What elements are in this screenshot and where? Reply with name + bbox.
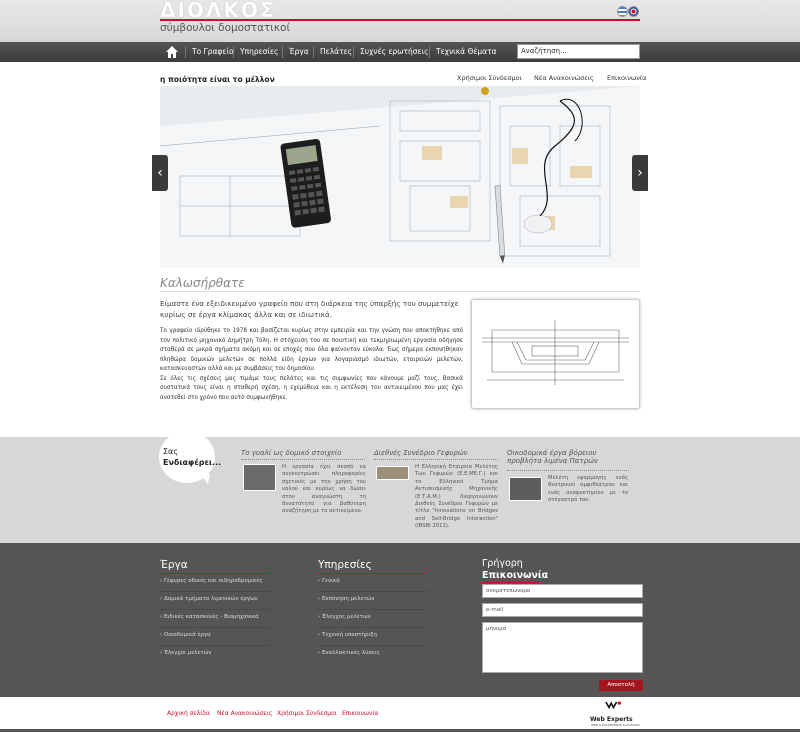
footer-link-divider	[318, 645, 428, 646]
nav-divider	[313, 46, 314, 58]
welcome-paragraph-2: Σε όλες τις σχέσεις μας τιμάμε τους πελά…	[160, 375, 463, 401]
article-thumbnail[interactable]	[376, 466, 409, 480]
welcome-lead: Είμαστε ένα εξειδικευμένο γραφείο που στ…	[160, 299, 459, 319]
useful-links-link[interactable]: Χρήσιμοι Σύνδεσμοι	[457, 74, 522, 82]
welcome-paragraph-1: Το γραφείο ιδρύθηκε το 1978 και βασίζετα…	[160, 328, 463, 372]
nav-divider	[233, 46, 234, 58]
footer-service-link[interactable]: › Γενικά	[318, 578, 340, 584]
footer-service-link[interactable]: › Έλεγχος μελετών	[318, 614, 371, 620]
footer-project-link[interactable]: › Ειδικές κατασκευές - Βιομηχανικά	[160, 614, 259, 620]
news-link[interactable]: Νέα Ανακοινώσεις	[534, 74, 594, 82]
footer-title-underline	[160, 573, 270, 574]
footer-link-divider	[318, 609, 428, 610]
article-title[interactable]: Το γυαλί ως δομικό στοιχείο	[241, 449, 371, 457]
site-tagline: σύμβουλοι δομοστατικοί	[160, 22, 291, 34]
contact-title-line2: Επικοινωνία	[482, 570, 549, 581]
slider-prev-button[interactable]: ‹	[152, 155, 168, 191]
footer-service-link[interactable]: › Εκπόνηση μελετών	[318, 596, 374, 602]
nav-divider	[353, 46, 354, 58]
nav-item-faq[interactable]: Συχνές ερωτήσεις	[360, 47, 429, 56]
footer-service-link[interactable]: › Εναλλακτικές λύσεις	[318, 650, 380, 656]
article-text: Η εργασία έχει σκοπό να συγκεντρώσει πλη…	[282, 464, 366, 515]
nav-item-technical[interactable]: Τεχνικά Θέματα	[436, 47, 497, 56]
greek-flag-icon[interactable]	[617, 6, 628, 17]
footer-project-link[interactable]: › Δομικά τμήματα λιμενικών έργων	[160, 596, 258, 602]
article-title[interactable]: Διεθνές Συνέδριο Γεφυρών	[374, 449, 504, 457]
site-logo[interactable]: ΔΙΟΛΚΟΣ	[160, 0, 276, 22]
hero-slider-image	[160, 86, 640, 268]
english-flag-icon[interactable]	[628, 6, 639, 17]
web-experts-logo-icon[interactable]	[590, 701, 640, 715]
bottom-link-contact[interactable]: Επικοινωνία	[342, 710, 378, 717]
nav-divider	[185, 46, 186, 58]
technical-drawing-image	[471, 299, 640, 409]
article-text: Η Ελληνική Εταιρεία Μελέτης Των Γεφυρών …	[415, 464, 498, 530]
interest-bubble-tail	[200, 474, 210, 484]
name-field[interactable]: ονοματεπώνυμο	[482, 584, 643, 598]
nav-item-office[interactable]: Το Γραφείο	[192, 47, 234, 56]
footer	[0, 543, 800, 697]
footer-link-divider	[318, 591, 428, 592]
bottom-link-home[interactable]: Αρχική σελίδα	[167, 710, 210, 717]
site-header	[0, 0, 800, 42]
footer-services-title: Υπηρεσίες	[318, 559, 372, 571]
web-experts-brand: Web Experts	[590, 716, 633, 723]
article-divider	[507, 470, 629, 471]
web-experts-subtitle: WEB & ECOMMERCE SOLUTIONS	[591, 723, 640, 727]
article-title[interactable]: Οικοδομικά έργα βόρειου προβλήτα λιμένα …	[507, 449, 629, 465]
nav-item-projects[interactable]: Έργα	[289, 47, 309, 56]
footer-project-link[interactable]: › Οικοδομικά έργα	[160, 632, 211, 638]
footer-link-divider	[160, 609, 270, 610]
welcome-body: Το γραφείο ιδρύθηκε το 1978 και βασίζετα…	[160, 327, 463, 403]
interest-label-line1: Σας	[163, 447, 179, 456]
send-button[interactable]: Αποστολή	[599, 680, 643, 691]
interest-label-line2: Ενδιαφέρει...	[163, 458, 222, 467]
nav-divider	[282, 46, 283, 58]
home-icon[interactable]	[165, 45, 179, 59]
slider-next-button[interactable]: ›	[632, 155, 648, 191]
email-field[interactable]: e-mail	[482, 603, 643, 617]
article-divider	[374, 459, 498, 460]
article-divider	[241, 459, 365, 460]
footer-link-divider	[160, 591, 270, 592]
contact-title-line1: Γρήγορη	[482, 558, 523, 569]
search-input[interactable]: Αναζήτηση...	[517, 44, 640, 59]
message-field[interactable]: μήνυμα	[482, 622, 643, 673]
nav-item-services[interactable]: Υπηρεσίες	[240, 47, 278, 56]
contact-link[interactable]: Επικοινωνία	[607, 74, 646, 82]
article-thumbnail[interactable]	[509, 477, 542, 501]
footer-link-divider	[160, 627, 270, 628]
main-nav: Το Γραφείο Υπηρεσίες Έργα Πελάτες Συχνές…	[0, 42, 800, 62]
bottom-bar	[0, 697, 800, 732]
footer-project-link[interactable]: › Γέφυρες οδικές και σιδηροδρομικές	[160, 578, 263, 584]
welcome-divider	[160, 291, 640, 292]
footer-title-underline	[318, 573, 428, 574]
welcome-title: Καλωσήρθατε	[160, 276, 245, 290]
nav-divider	[429, 46, 430, 58]
nav-item-clients[interactable]: Πελάτες	[320, 47, 352, 56]
article-text: Μελέτη εφαρμογής ενός θεατρικού αμφιθεάτ…	[548, 475, 628, 504]
slogan: η ποιότητα είναι το μέλλον	[160, 75, 275, 84]
footer-link-divider	[160, 645, 270, 646]
bottom-link-useful[interactable]: Χρήσιμοι Σύνδεσμοι	[277, 710, 337, 717]
bottom-link-news[interactable]: Νέα Ανακοινώσεις	[217, 710, 272, 717]
footer-service-link[interactable]: › Τεχνική υποστήριξη	[318, 632, 377, 638]
footer-link-divider	[318, 627, 428, 628]
article-thumbnail[interactable]	[243, 464, 276, 491]
footer-projects-title: Έργα	[160, 559, 188, 571]
footer-project-link[interactable]: › Έλεγχοι μελετών	[160, 650, 211, 656]
footer-title-underline	[482, 582, 540, 583]
